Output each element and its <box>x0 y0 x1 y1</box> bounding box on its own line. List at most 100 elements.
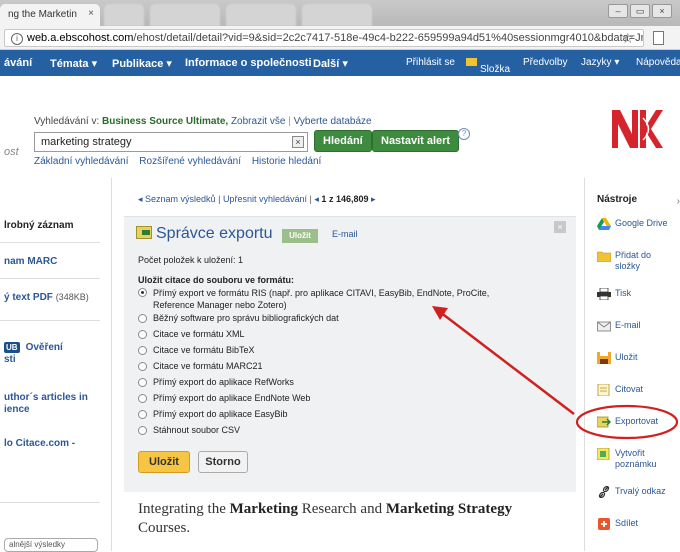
restore-button[interactable]: ▭ <box>630 4 650 18</box>
close-icon[interactable]: × <box>554 221 566 233</box>
nav-item-topics[interactable]: Témata ▾ <box>50 57 97 70</box>
format-option-endnote-web[interactable]: Přímý export do aplikace EndNote Web <box>138 393 310 403</box>
search-input[interactable]: marketing strategy × <box>34 132 308 152</box>
format-option-xml[interactable]: Citace ve formátu XML <box>138 329 245 339</box>
radio[interactable] <box>138 346 147 355</box>
info-icon[interactable]: i <box>11 33 23 45</box>
nav-languages[interactable]: Jazyky ▾ <box>581 57 619 68</box>
nav-signin[interactable]: Přihlásit se <box>406 57 455 68</box>
search-button[interactable]: Hledání <box>314 130 372 152</box>
tool-label: Uložit <box>615 352 638 362</box>
cancel-button[interactable]: Storno <box>198 451 248 473</box>
marc-link[interactable]: nam MARC <box>4 256 57 267</box>
tool-cite[interactable]: Citovat <box>597 384 675 396</box>
author-articles-link-line2[interactable]: ience <box>4 404 30 415</box>
radio[interactable] <box>138 426 147 435</box>
pdf-label: ý text PDF <box>4 292 53 303</box>
nav-item-publications[interactable]: Publikace ▾ <box>112 57 172 70</box>
browser-tab-blurred[interactable] <box>226 4 296 26</box>
nav-folder[interactable]: Složka <box>466 57 510 75</box>
tool-permalink[interactable]: Trvalý odkaz <box>597 486 675 498</box>
citace-com-link[interactable]: lo Citace.com - <box>4 438 75 449</box>
tool-add-to-folder[interactable]: Přidat do složky <box>597 250 675 272</box>
nav-item-more[interactable]: Další ▾ <box>313 57 348 70</box>
basic-search-link[interactable]: Základní vyhledávání <box>34 156 129 167</box>
format-option-generic[interactable]: Běžný software pro správu bibliografický… <box>138 313 339 323</box>
minimize-button[interactable]: – <box>608 4 628 18</box>
browser-tab-active[interactable]: ng the Marketin × <box>0 4 100 26</box>
tool-label: Tisk <box>615 288 632 298</box>
tool-label: Exportovat <box>615 416 659 426</box>
tool-export[interactable]: Exportovat <box>597 416 675 428</box>
address-bar[interactable]: i web.a.ebscohost.com/ehost/detail/detail… <box>4 29 644 47</box>
tool-create-note[interactable]: Vytvořit poznámku <box>597 448 675 470</box>
related-results-button[interactable]: alnější výsledky <box>4 538 98 552</box>
save-button[interactable]: Uložit <box>138 451 190 473</box>
advanced-search-link[interactable]: Rozšířené vyhledávání <box>139 156 241 167</box>
format-option-easybib[interactable]: Přímý export do aplikace EasyBib <box>138 409 288 419</box>
scroll-right-icon[interactable]: › <box>677 196 680 207</box>
browser-tab-blurred[interactable] <box>302 4 372 26</box>
back-to-results-link[interactable]: ◂ Seznam výsledků <box>138 194 216 204</box>
radio[interactable] <box>138 394 147 403</box>
nav-help[interactable]: Nápověda <box>636 57 680 68</box>
tab-email[interactable]: E-mail <box>332 229 358 239</box>
choose-databases-link[interactable]: Vyberte databáze <box>294 116 372 127</box>
nav-preferences[interactable]: Předvolby <box>523 57 567 68</box>
export-manager-title-text: Správce exportu <box>156 225 273 242</box>
show-all-link[interactable]: Zobrazit vše <box>231 116 285 127</box>
radio[interactable] <box>138 378 147 387</box>
article-title-part: Integrating the <box>138 501 226 517</box>
tool-google-drive[interactable]: Google Drive <box>597 218 675 230</box>
prev-result-icon[interactable]: ◂ <box>314 194 319 204</box>
radio[interactable] <box>138 410 147 419</box>
format-option-label: Citace ve formátu BibTeX <box>153 345 255 355</box>
tool-save[interactable]: Uložit <box>597 352 675 364</box>
detailed-record: lrobný záznam <box>4 220 73 231</box>
refine-search-link[interactable]: Upřesnit vyhledávání <box>223 194 307 204</box>
article-title[interactable]: Integrating the Marketing Research and M… <box>138 500 558 538</box>
set-alert-button[interactable]: Nastavit alert <box>372 130 460 152</box>
star-icon[interactable]: ☆ <box>621 30 634 47</box>
format-option-marc21[interactable]: Citace ve formátu MARC21 <box>138 361 263 371</box>
article-title-part: Courses. <box>138 520 191 536</box>
format-option-label: Stáhnout soubor CSV <box>153 425 241 435</box>
tool-email[interactable]: E-mail <box>597 320 675 332</box>
format-option-bibtex[interactable]: Citace ve formátu BibTeX <box>138 345 255 355</box>
format-option-label: Přímý export do aplikace EndNote Web <box>153 393 311 403</box>
format-option-refworks[interactable]: Přímý export do aplikace RefWorks <box>138 377 294 387</box>
browser-tab-new[interactable] <box>104 4 144 26</box>
format-option-ris[interactable]: Přímý export ve formátu RIS (např. pro a… <box>138 287 533 311</box>
page-icon[interactable] <box>653 31 664 45</box>
close-window-button[interactable]: × <box>652 4 672 18</box>
help-icon[interactable]: ? <box>458 128 470 140</box>
note-icon <box>597 448 610 460</box>
tool-share[interactable]: Sdílet <box>597 518 675 530</box>
next-result-icon[interactable]: ▸ <box>371 194 376 204</box>
format-option-csv[interactable]: Stáhnout soubor CSV <box>138 425 240 435</box>
tab-save[interactable]: Uložit <box>282 229 318 243</box>
radio-selected[interactable] <box>138 288 147 297</box>
article-title-highlight: Marketing Strategy <box>385 501 513 517</box>
ulib-verify-link[interactable]: UB Ověření <box>4 342 63 353</box>
center-panel: ◂ Seznam výsledků | Upřesnit vyhledávání… <box>124 186 576 551</box>
pdf-fulltext-link[interactable]: ý text PDF (348KB) <box>4 292 89 303</box>
printer-icon <box>597 288 611 300</box>
browser-tab-blurred[interactable] <box>150 4 220 26</box>
search-history-link[interactable]: Historie hledání <box>252 156 321 167</box>
clear-search-icon[interactable]: × <box>292 136 304 148</box>
radio[interactable] <box>138 330 147 339</box>
link-icon <box>598 486 610 498</box>
radio[interactable] <box>138 362 147 371</box>
radio[interactable] <box>138 314 147 323</box>
tools-heading: Nástroje <box>597 194 638 205</box>
nav-item-company-info[interactable]: Informace o společnosti <box>185 57 312 69</box>
nav-item-search[interactable]: ávání <box>4 57 32 69</box>
verify-label-line2: sti <box>4 354 16 365</box>
tool-print[interactable]: Tisk <box>597 288 675 300</box>
database-name: Business Source Ultimate, <box>102 116 229 127</box>
pdf-size: (348KB) <box>55 292 89 302</box>
author-articles-link[interactable]: uthor´s articles in <box>4 392 88 403</box>
tab-close-icon[interactable]: × <box>88 8 94 19</box>
cite-icon <box>597 384 610 396</box>
